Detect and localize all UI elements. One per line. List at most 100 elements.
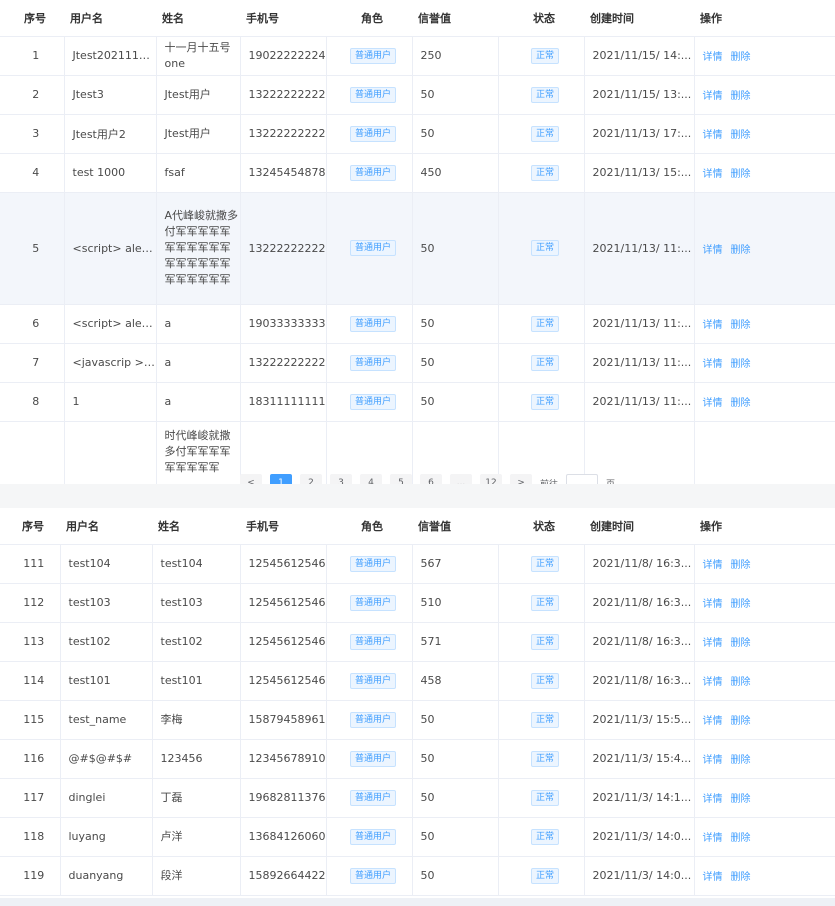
delete-link[interactable]: 删除 [731,320,751,331]
page-button-2[interactable]: 2 [300,474,322,484]
cell-index: 6 [0,304,65,344]
table-header: 序号 用户名 姓名 手机号 角色 信誉值 状态 创建时间 操作 [0,508,835,545]
cell-name: 李梅 [152,700,241,740]
delete-link[interactable]: 删除 [731,245,751,256]
cell-status: 正常 [498,622,585,662]
detail-link[interactable]: 详情 [703,359,723,370]
delete-link[interactable]: 删除 [731,716,751,727]
prev-page-button[interactable]: < [240,474,262,484]
delete-link[interactable]: 删除 [731,169,751,180]
delete-link[interactable]: 删除 [731,833,751,844]
role-tag: 普通用户 [349,164,396,181]
cell-created: 2021/11/8/ 16:3... [584,622,695,662]
cell-username: test104 [60,544,153,584]
page-button-5[interactable]: 5 [390,474,412,484]
cell-name: test104 [152,544,241,584]
col-header-role: 角色 [326,508,412,545]
detail-link[interactable]: 详情 [703,320,723,331]
page-ellipsis[interactable]: ... [450,474,472,484]
cell-created: 2021/11/13/ 11:... [584,382,695,422]
detail-link[interactable]: 详情 [703,398,723,409]
table-row: 5 <script> alert... A代峰峻就撒多付军军军军军军军军军军军军军军… [0,192,835,305]
col-header-created: 创建时间 [584,508,694,545]
detail-link[interactable]: 详情 [703,677,723,688]
status-tag: 正常 [530,828,559,845]
delete-link[interactable]: 删除 [731,359,751,370]
delete-link[interactable]: 删除 [731,560,751,571]
table-body: 1 Jtest2021111... 十一月十五号 one 19022222224 普通用… [0,36,835,484]
status-tag: 正常 [530,125,559,142]
page-button-4[interactable]: 4 [360,474,382,484]
cell-created: 2021/11/3/ 15:4... [584,739,695,779]
cell-status: 正常 [498,192,585,305]
cell-status: 正常 [498,817,585,857]
status-tag: 正常 [530,86,559,103]
cell-created: 2021/11/13/ 15:... [584,153,695,193]
delete-link[interactable]: 删除 [731,130,751,141]
cell-role: 普通用户 [326,661,413,701]
col-header-actions: 操作 [694,0,835,37]
cell-credit: 50 [412,75,499,115]
page-button-12[interactable]: 12 [480,474,502,484]
goto-page-input[interactable] [566,474,599,484]
cell-status: 正常 [498,778,585,818]
delete-link[interactable]: 删除 [731,794,751,805]
cell-role: 普通用户 [326,75,413,115]
cell-name: A代峰峻就撒多付军军军军军军军军军军军军军军军军军军军军军军军 [156,192,241,305]
cell-index: 7 [0,343,65,383]
delete-link[interactable]: 删除 [731,52,751,63]
detail-link[interactable]: 详情 [703,130,723,141]
page-button-6[interactable]: 6 [420,474,442,484]
cell-name: 时代峰峻就撒多付军军军军军军军军军 [156,421,241,484]
delete-link[interactable]: 删除 [731,755,751,766]
detail-link[interactable]: 详情 [703,560,723,571]
col-header-credit: 信誉值 [412,508,498,545]
page-button-1[interactable]: 1 [270,474,292,484]
table-row: 4 test 1000 fsaf 13245454878 普通用户 450 正常 2021/1… [0,153,835,193]
role-tag: 普通用户 [349,240,396,256]
delete-link[interactable]: 删除 [731,872,751,883]
cell-credit: 50 [412,114,499,154]
delete-link[interactable]: 删除 [731,677,751,688]
cell-actions: 详情 删除 [694,817,835,857]
delete-link[interactable]: 删除 [731,638,751,649]
page-button-3[interactable]: 3 [330,474,352,484]
detail-link[interactable]: 详情 [703,872,723,883]
detail-link[interactable]: 详情 [703,599,723,610]
cell-status: 正常 [498,661,585,701]
cell-status: 正常 [498,343,585,383]
cell-actions: 详情 删除 [694,700,835,740]
detail-link[interactable]: 详情 [703,638,723,649]
detail-link[interactable]: 详情 [703,52,723,63]
status-tag: 正常 [530,354,559,371]
detail-link[interactable]: 详情 [703,245,723,256]
status-tag: 正常 [530,789,559,806]
status-tag: 正常 [530,555,559,572]
table-row: 2 Jtest3 Jtest用户 13222222222 普通用户 50 正常 2021/11… [0,75,835,115]
detail-link[interactable]: 详情 [703,833,723,844]
delete-link[interactable]: 删除 [731,398,751,409]
horizontal-scrollbar[interactable] [0,898,835,906]
cell-username: test103 [60,583,153,623]
section-divider [0,484,835,508]
detail-link[interactable]: 详情 [703,716,723,727]
detail-link[interactable]: 详情 [703,91,723,102]
detail-link[interactable]: 详情 [703,169,723,180]
cell-phone: 12545612546 [240,622,327,662]
table-row: 117 dinglei 丁磊 19682811376 普通用户 50 正常 2021/11/3… [0,778,835,818]
cell-created: 2021/11/3/ 14:0... [584,856,695,896]
cell-credit: 250 [412,36,499,76]
next-page-button[interactable]: > [510,474,532,484]
delete-link[interactable]: 删除 [731,91,751,102]
status-tag: 正常 [530,633,559,650]
cell-status: 正常 [498,75,585,115]
status-tag: 正常 [530,711,559,728]
detail-link[interactable]: 详情 [703,755,723,766]
cell-phone: 18311111111 [240,382,327,422]
delete-link[interactable]: 删除 [731,599,751,610]
cell-name: test101 [152,661,241,701]
cell-index: 112 [0,583,61,623]
detail-link[interactable]: 详情 [703,794,723,805]
cell-phone: 13684126060 [240,817,327,857]
cell-index: 117 [0,778,61,818]
